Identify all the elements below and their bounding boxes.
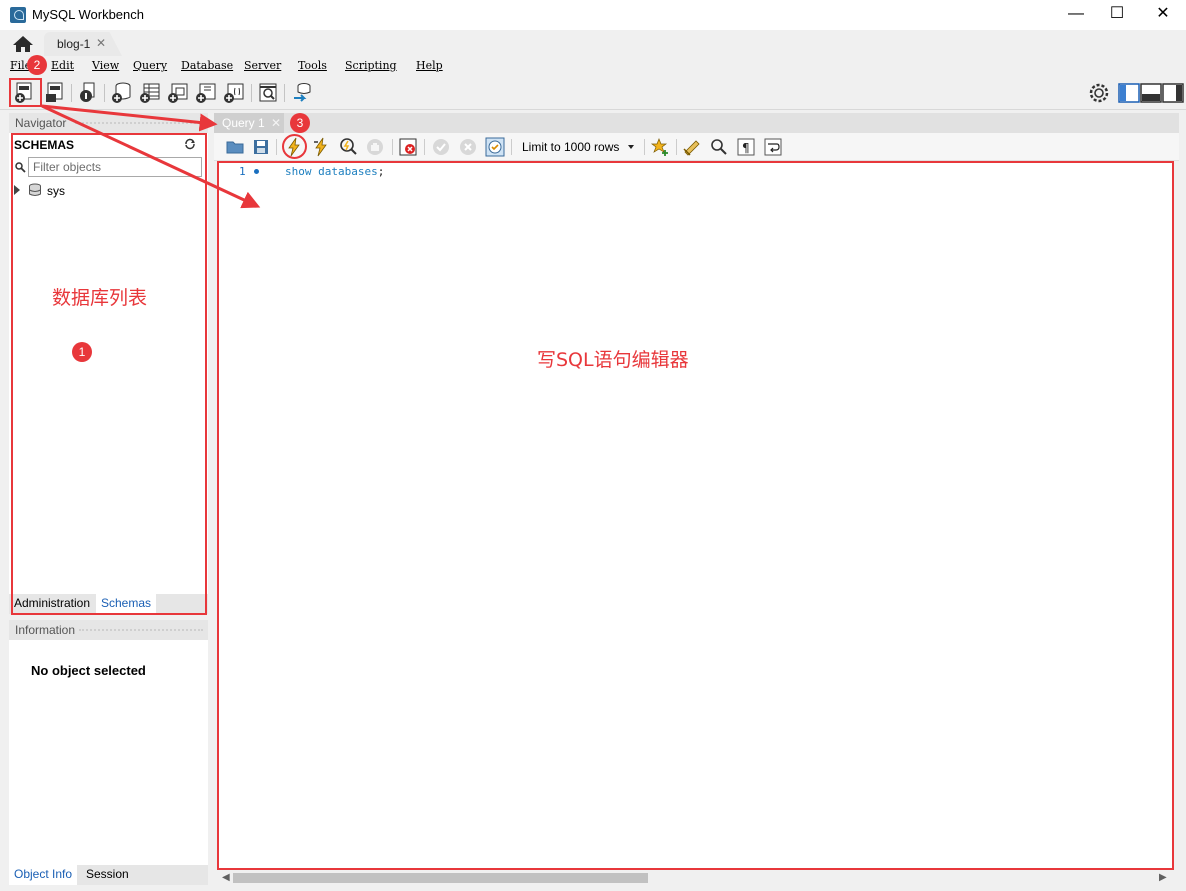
schema-list-highlight bbox=[11, 133, 207, 615]
query-tab-bar: Query 1 ✕ bbox=[214, 113, 1179, 133]
tab-session[interactable]: Session bbox=[81, 865, 134, 885]
menu-edit[interactable]: Edit bbox=[51, 59, 74, 72]
panel-grip bbox=[75, 122, 203, 125]
inspector-icon[interactable] bbox=[77, 82, 99, 104]
toggle-sidebar-icon[interactable] bbox=[1118, 82, 1140, 104]
connection-tab-label: blog-1 bbox=[57, 37, 91, 51]
close-icon[interactable]: ✕ bbox=[271, 116, 281, 130]
search-table-data-icon[interactable] bbox=[257, 82, 279, 104]
navigator-header: Navigator bbox=[9, 113, 208, 133]
menu-database[interactable]: Database bbox=[181, 59, 233, 72]
sql-editor-label: 写SQL语句编辑器 bbox=[537, 349, 689, 371]
toggle-output-panel-icon[interactable] bbox=[1140, 82, 1162, 104]
limit-rows-select[interactable]: Limit to 1000 rows bbox=[517, 137, 640, 157]
tab-object-info[interactable]: Object Info bbox=[9, 865, 78, 885]
open-file-icon[interactable] bbox=[225, 137, 245, 157]
stop-hand-icon[interactable] bbox=[365, 137, 385, 157]
svg-text:¶: ¶ bbox=[742, 141, 750, 155]
find-replace-icon[interactable] bbox=[709, 137, 729, 157]
new-sql-tab-highlight bbox=[9, 78, 42, 107]
information-header: Information bbox=[9, 620, 208, 640]
toolbar-separator bbox=[511, 139, 512, 155]
create-table-icon[interactable] bbox=[139, 82, 161, 104]
mysql-workbench-window: MySQL Workbench — ☐ ✕ blog-1 ✕ File Edit… bbox=[0, 0, 1186, 891]
close-window-button[interactable]: ✕ bbox=[1140, 0, 1186, 30]
create-procedure-icon[interactable] bbox=[195, 82, 217, 104]
toolbar-separator bbox=[392, 139, 393, 155]
menu-scripting[interactable]: Scripting bbox=[345, 59, 397, 72]
word-wrap-icon[interactable] bbox=[763, 137, 783, 157]
add-snippet-star-icon[interactable] bbox=[650, 137, 670, 157]
annotation-badge-3: 3 bbox=[290, 113, 310, 133]
information-tabs: Object Info Session bbox=[9, 865, 208, 885]
main-toolbar bbox=[0, 77, 1186, 110]
scrollbar-thumb[interactable] bbox=[233, 873, 648, 883]
menu-query[interactable]: Query bbox=[133, 59, 167, 72]
toolbar-separator bbox=[251, 84, 252, 102]
invisible-chars-icon[interactable]: ¶ bbox=[736, 137, 756, 157]
menu-server[interactable]: Server bbox=[244, 59, 281, 72]
annotation-badge-2: 2 bbox=[27, 55, 47, 75]
rollback-icon[interactable] bbox=[458, 137, 478, 157]
connection-tab[interactable]: blog-1 ✕ bbox=[44, 32, 122, 56]
navigator-title: Navigator bbox=[15, 116, 67, 130]
scroll-right-icon[interactable]: ▶ bbox=[1159, 872, 1167, 883]
no-object-message: No object selected bbox=[31, 663, 146, 678]
window-title: MySQL Workbench bbox=[32, 7, 144, 22]
create-function-icon[interactable] bbox=[223, 82, 245, 104]
menu-bar: File Edit View Query Database Server Too… bbox=[0, 56, 1186, 77]
menu-view[interactable]: View bbox=[92, 59, 119, 72]
panel-grip bbox=[79, 629, 203, 632]
information-panel: No object selected bbox=[9, 640, 208, 865]
minimize-button[interactable]: — bbox=[1053, 0, 1099, 30]
home-icon[interactable] bbox=[8, 33, 38, 55]
annotation-badge-1: 1 bbox=[72, 342, 92, 362]
query-toolbar: Limit to 1000 rows ¶ bbox=[214, 133, 1179, 161]
toolbar-separator bbox=[644, 139, 645, 155]
maximize-button[interactable]: ☐ bbox=[1094, 0, 1140, 30]
toolbar-separator bbox=[104, 84, 105, 102]
toolbar-separator bbox=[71, 84, 72, 102]
scroll-left-icon[interactable]: ◀ bbox=[222, 872, 230, 883]
sql-editor-highlight bbox=[217, 161, 1174, 870]
toolbar-separator bbox=[676, 139, 677, 155]
toolbar-separator bbox=[276, 139, 277, 155]
create-schema-icon[interactable] bbox=[111, 82, 133, 104]
execute-button-highlight bbox=[282, 134, 307, 159]
menu-help[interactable]: Help bbox=[416, 59, 443, 72]
query-tab[interactable]: Query 1 ✕ bbox=[214, 113, 284, 133]
explain-icon[interactable] bbox=[338, 137, 358, 157]
toolbar-separator bbox=[424, 139, 425, 155]
horizontal-scrollbar[interactable]: ◀ ▶ bbox=[219, 870, 1174, 886]
stop-on-error-icon[interactable] bbox=[398, 137, 418, 157]
query-tab-label: Query 1 bbox=[222, 116, 265, 130]
limit-rows-value: Limit to 1000 rows bbox=[522, 140, 620, 154]
mysql-dolphin-icon bbox=[10, 7, 26, 23]
execute-statement-icon[interactable] bbox=[311, 137, 331, 157]
auto-commit-toggle-icon[interactable] bbox=[485, 137, 505, 157]
save-icon[interactable] bbox=[251, 137, 271, 157]
toggle-secondary-sidebar-icon[interactable] bbox=[1162, 82, 1184, 104]
create-view-icon[interactable] bbox=[167, 82, 189, 104]
information-title: Information bbox=[15, 623, 76, 637]
schema-list-label: 数据库列表 bbox=[52, 287, 148, 309]
chevron-down-icon bbox=[628, 145, 634, 149]
open-sql-script-icon[interactable] bbox=[44, 82, 66, 104]
toolbar-separator bbox=[284, 84, 285, 102]
beautify-broom-icon[interactable] bbox=[682, 137, 702, 157]
connection-tab-bar: blog-1 ✕ bbox=[0, 30, 1186, 56]
title-bar: MySQL Workbench — ☐ ✕ bbox=[0, 0, 1186, 30]
commit-icon[interactable] bbox=[431, 137, 451, 157]
menu-tools[interactable]: Tools bbox=[298, 59, 327, 72]
reconnect-icon[interactable] bbox=[291, 82, 313, 104]
close-icon[interactable]: ✕ bbox=[96, 36, 106, 50]
preferences-gear-icon[interactable] bbox=[1088, 82, 1110, 104]
